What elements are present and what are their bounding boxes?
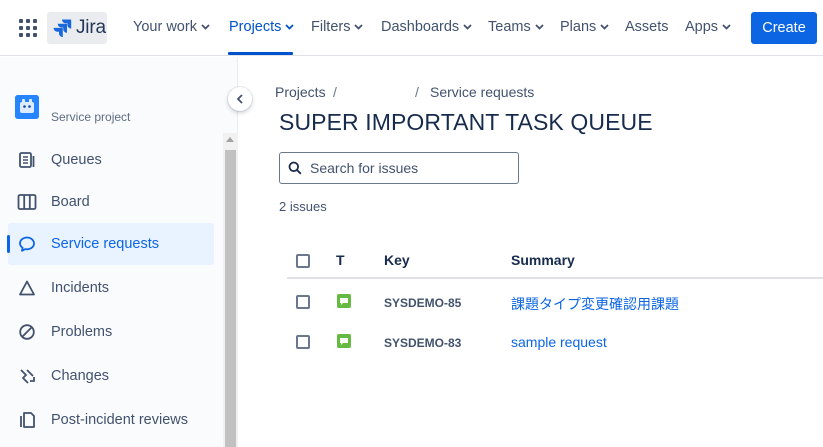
scroll-up-arrow-icon[interactable]	[226, 137, 234, 142]
search-icon	[288, 161, 302, 175]
logo-text: Jira	[76, 17, 106, 38]
issue-search-field[interactable]	[279, 152, 519, 184]
chevron-down-icon	[285, 24, 295, 30]
issue-count: 2 issues	[279, 199, 327, 214]
jira-logo[interactable]: Jira	[47, 12, 107, 44]
service-request-icon	[337, 294, 351, 308]
sidebar-item-service-requests[interactable]: Service requests	[7, 223, 214, 265]
chevron-down-icon	[354, 24, 364, 30]
project-avatar-icon	[15, 95, 39, 119]
issue-summary-link[interactable]: 課題タイプ変更確認用課題	[511, 294, 679, 314]
nav-label: Your work	[133, 19, 197, 35]
row-checkbox[interactable]	[296, 335, 310, 349]
breadcrumb-service-requests[interactable]: Service requests	[430, 84, 534, 100]
column-header-type[interactable]: T	[336, 252, 345, 268]
nav-label: Plans	[560, 19, 597, 35]
sidebar-item-label: Board	[51, 194, 90, 210]
row-checkbox[interactable]	[296, 295, 310, 309]
nav-apps[interactable]: Apps	[685, 19, 731, 35]
nav-label: Apps	[685, 19, 719, 35]
collapse-sidebar-button[interactable]	[228, 87, 252, 111]
board-icon	[16, 191, 38, 213]
sidebar-item-queues[interactable]: Queues	[8, 139, 214, 181]
column-header-key[interactable]: Key	[384, 252, 410, 268]
changes-arrows-icon	[16, 365, 38, 387]
project-avatar[interactable]	[15, 95, 39, 119]
queues-icon	[16, 149, 38, 171]
page-title: SUPER IMPORTANT TASK QUEUE	[279, 109, 653, 135]
column-header-summary[interactable]: Summary	[511, 252, 575, 268]
warning-triangle-icon	[16, 277, 38, 299]
chevron-down-icon	[722, 24, 731, 30]
sidebar-item-label: Changes	[51, 368, 110, 384]
sidebar-item-changes[interactable]: Changes	[8, 355, 214, 397]
no-entry-icon	[16, 321, 38, 343]
active-nav-indicator	[228, 52, 293, 55]
sidebar-scrollbar-thumb[interactable]	[225, 150, 236, 447]
nav-label: Teams	[488, 19, 531, 35]
nav-dashboards[interactable]: Dashboards	[381, 19, 472, 35]
breadcrumb-separator: /	[333, 84, 337, 100]
sidebar-item-label: Problems	[51, 324, 113, 340]
sidebar: Service project Queues Board Service req…	[0, 57, 238, 447]
sidebar-item-label: Post-incident reviews	[51, 412, 188, 428]
chevron-down-icon	[600, 24, 609, 30]
sidebar-item-incidents[interactable]: Incidents	[8, 267, 214, 309]
sidebar-item-label: Service requests	[51, 236, 159, 252]
nav-projects[interactable]: Projects	[229, 19, 295, 35]
project-type-label: Service project	[51, 110, 131, 124]
issue-key[interactable]: SYSDEMO-85	[384, 296, 461, 310]
nav-filters[interactable]: Filters	[311, 19, 364, 35]
issue-summary-link[interactable]: sample request	[511, 334, 607, 350]
sidebar-item-problems[interactable]: Problems	[8, 311, 214, 353]
sidebar-item-post-incident-reviews[interactable]: Post-incident reviews	[8, 399, 214, 441]
chevron-down-icon	[463, 24, 472, 30]
sidebar-item-label: Incidents	[51, 280, 110, 296]
nav-plans[interactable]: Plans	[560, 19, 609, 35]
nav-label: Dashboards	[381, 19, 460, 35]
nav-label: Projects	[229, 19, 282, 35]
search-input[interactable]	[310, 160, 510, 176]
chevron-down-icon	[535, 24, 544, 30]
nav-teams[interactable]: Teams	[488, 19, 544, 35]
issue-key[interactable]: SYSDEMO-83	[384, 336, 461, 350]
sidebar-item-board[interactable]: Board	[8, 181, 214, 223]
select-all-checkbox[interactable]	[296, 254, 310, 268]
create-button[interactable]: Create	[751, 12, 817, 44]
nav-assets[interactable]: Assets	[625, 19, 669, 35]
nav-your-work[interactable]: Your work	[133, 19, 210, 35]
breadcrumb-projects[interactable]: Projects	[275, 84, 326, 100]
speech-bubble-icon	[16, 233, 38, 255]
nav-label: Filters	[311, 19, 351, 35]
document-icon	[16, 409, 38, 431]
top-navigation: Jira Your work Projects Filters Dashboar…	[0, 0, 823, 56]
app-switcher-icon[interactable]	[19, 19, 37, 37]
table-header-divider	[287, 277, 823, 279]
sidebar-item-label: Queues	[51, 152, 102, 168]
jira-logo-icon	[53, 19, 72, 37]
chevron-down-icon	[201, 24, 210, 30]
chevron-left-icon	[236, 94, 243, 104]
nav-label: Assets	[625, 19, 669, 35]
service-request-icon	[337, 334, 351, 348]
breadcrumb-separator: /	[415, 84, 419, 100]
